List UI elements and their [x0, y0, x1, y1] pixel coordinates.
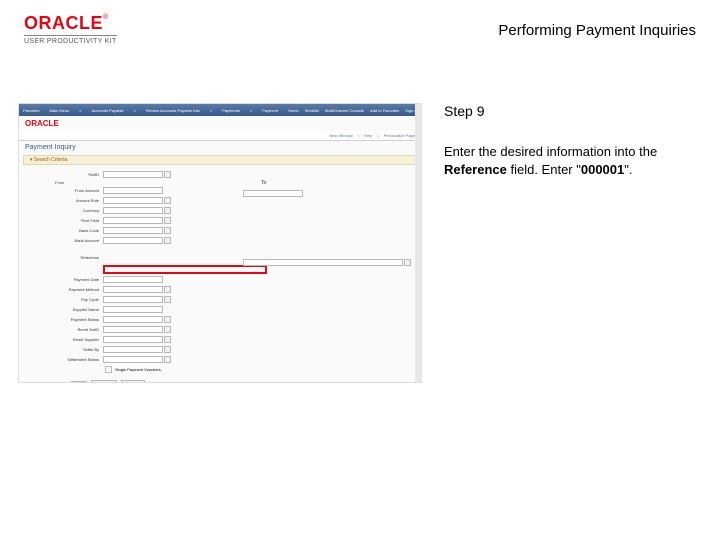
bank-code-input[interactable]: [103, 227, 163, 234]
crumb-links: New Window | Help | Personalize Page: [19, 131, 421, 141]
sort-field-select[interactable]: [103, 217, 163, 224]
field-label: Bank Account: [31, 238, 103, 243]
menu-item[interactable]: Main Menu: [49, 108, 69, 113]
maxrows-input[interactable]: [71, 381, 87, 383]
menu-link[interactable]: Add to Favorites: [370, 108, 399, 113]
step-label: Step 9: [444, 103, 682, 119]
to-label: To: [261, 180, 411, 186]
lookup-icon[interactable]: [164, 296, 171, 303]
remit-setid-input[interactable]: [103, 326, 163, 333]
chevron-down-icon[interactable]: [164, 316, 171, 323]
menu-link[interactable]: Home: [288, 108, 299, 113]
chevron-down-icon[interactable]: [164, 217, 171, 224]
field-label: Payment Status: [31, 317, 103, 322]
search-button[interactable]: Search: [91, 380, 118, 383]
chevron-down-icon[interactable]: [164, 356, 171, 363]
field-label: Remit SetID: [31, 327, 103, 332]
field-label: Supplier Name: [31, 307, 103, 312]
ref-field-name: Reference: [444, 162, 507, 177]
logo-text: ORACLE: [24, 13, 103, 33]
field-label: Settle By: [31, 347, 103, 352]
field-label: Reference: [31, 255, 103, 260]
field-label: Bank Code: [31, 228, 103, 233]
field-label: Payment Date: [31, 277, 103, 282]
schedule-link[interactable]: Payment Schedule: [155, 382, 189, 383]
section-header[interactable]: Search Criteria: [23, 155, 417, 165]
single-payment-checkbox[interactable]: [105, 366, 112, 373]
crumb-link[interactable]: New Window: [329, 133, 352, 138]
setid-input[interactable]: [103, 171, 163, 178]
bank-account-input[interactable]: [103, 237, 163, 244]
lookup-icon[interactable]: [404, 259, 411, 266]
field-label: *SetID: [31, 172, 103, 177]
chevron-down-icon[interactable]: [164, 197, 171, 204]
menu-item[interactable]: Accounts Payable: [92, 108, 124, 113]
supplier-name-input[interactable]: [103, 306, 163, 313]
oracle-logo: ORACLE® USER PRODUCTIVITY KIT: [24, 14, 117, 45]
settle-by-select[interactable]: [103, 346, 163, 353]
lookup-icon[interactable]: [164, 227, 171, 234]
field-label: Pay Cycle: [31, 297, 103, 302]
menu-item[interactable]: Payment: [262, 108, 278, 113]
lookup-icon[interactable]: [164, 237, 171, 244]
maxrows-label: Max Rows: [45, 382, 64, 383]
field-label: Currency: [31, 208, 103, 213]
field-label: *Sort Field: [31, 218, 103, 223]
menu-item[interactable]: Payments: [222, 108, 240, 113]
crumb-link[interactable]: Help: [364, 133, 372, 138]
payment-status-select[interactable]: [103, 316, 163, 323]
scrollbar[interactable]: [415, 104, 421, 382]
menubar: Favorites Main Menu > Accounts Payable >…: [19, 104, 421, 116]
logo-reg: ®: [103, 14, 108, 21]
pay-cycle-input[interactable]: [103, 296, 163, 303]
inner-oracle-logo: ORACLE: [19, 116, 421, 131]
checkbox-label: Single Payment Vouchers: [115, 367, 161, 372]
from-amount-input[interactable]: [103, 187, 163, 194]
instruction-text: Enter the desired information into the R…: [444, 143, 682, 178]
field-label: Remit Supplier: [31, 337, 103, 342]
app-screenshot: Favorites Main Menu > Accounts Payable >…: [18, 103, 422, 383]
payment-method-select[interactable]: [103, 286, 163, 293]
clear-button[interactable]: Clear: [121, 380, 145, 383]
crumb-link[interactable]: Personalize Page: [384, 133, 415, 138]
field-label: Settlement Status: [31, 357, 103, 362]
menu-item[interactable]: Review Accounts Payable Info: [146, 108, 200, 113]
payment-date-input[interactable]: [103, 276, 163, 283]
chevron-down-icon[interactable]: [164, 286, 171, 293]
lookup-icon[interactable]: [164, 171, 171, 178]
menu-link[interactable]: MultiChannel Console: [325, 108, 364, 113]
field-label: Payment Method: [31, 287, 103, 292]
logo-subtitle: USER PRODUCTIVITY KIT: [24, 35, 117, 45]
field-label: From Amount: [31, 188, 103, 193]
lookup-icon[interactable]: [164, 207, 171, 214]
ref-value: 000001: [581, 162, 624, 177]
chevron-down-icon[interactable]: [164, 346, 171, 353]
remit-supplier-input[interactable]: [103, 336, 163, 343]
to-column: To: [243, 180, 411, 267]
instruction-panel: Step 9 Enter the desired information int…: [422, 103, 682, 383]
panel-title: Payment Inquiry: [19, 141, 421, 154]
currency-input[interactable]: [103, 207, 163, 214]
menu-link[interactable]: Worklist: [305, 108, 319, 113]
field-label: Amount Rule: [31, 198, 103, 203]
settlement-status-select[interactable]: [103, 356, 163, 363]
menu-item[interactable]: Favorites: [23, 108, 39, 113]
amount-rule-select[interactable]: [103, 197, 163, 204]
lookup-icon[interactable]: [164, 336, 171, 343]
lookup-icon[interactable]: [164, 326, 171, 333]
page-title: Performing Payment Inquiries: [498, 22, 696, 39]
to-reference-input[interactable]: [243, 259, 403, 266]
to-amount-input[interactable]: [243, 190, 303, 197]
